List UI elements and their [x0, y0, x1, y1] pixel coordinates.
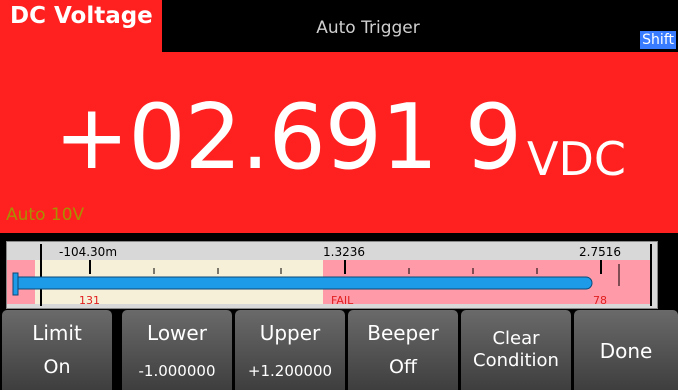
softkey-label: Clear [492, 328, 540, 349]
measurement-function-label: DC Voltage [0, 0, 162, 52]
softkey-row: Limit On Lower -1.000000 Upper +1.200000… [0, 310, 678, 390]
softkey-label: Lower [147, 321, 207, 345]
softkey-value: -1.000000 [138, 362, 216, 380]
softkey-value: Off [388, 356, 418, 378]
done-softkey[interactable]: Done [574, 310, 678, 390]
scale-label-left: -104.30m [59, 245, 117, 259]
trigger-mode-label: Auto Trigger [316, 18, 420, 38]
softkey-label: Beeper [367, 321, 439, 345]
lower-fail-count: 131 [79, 294, 100, 307]
softkey-label: Upper [259, 321, 321, 345]
dmm-screen: DC Voltage Auto Trigger Shift +02.691 9 … [0, 0, 678, 390]
clear-condition-softkey[interactable]: Clear Condition [461, 310, 571, 390]
reading-bar [12, 276, 593, 290]
softkey-value: +1.200000 [247, 362, 333, 380]
lower-limit-softkey[interactable]: Lower -1.000000 [122, 310, 232, 390]
limit-softkey[interactable]: Limit On [2, 310, 112, 390]
softkey-value: Condition [473, 350, 559, 371]
reading-bar-origin [12, 272, 19, 296]
softkey-label: Done [599, 339, 653, 363]
scale-label-mid: 1.3236 [323, 245, 365, 259]
limit-status: FAIL [331, 294, 354, 307]
beeper-softkey[interactable]: Beeper Off [348, 310, 458, 390]
scale-label-right: 2.7516 [579, 245, 621, 259]
upper-limit-softkey[interactable]: Upper +1.200000 [235, 310, 345, 390]
reading-panel: +02.691 9 VDC Auto 10V [0, 52, 678, 233]
softkey-value: On [43, 356, 71, 378]
upper-fail-count: 78 [593, 294, 607, 307]
range-label: Auto 10V [6, 205, 85, 225]
measurement-reading: +02.691 9 [54, 85, 522, 190]
softkey-label: Limit [32, 321, 82, 345]
limit-bar-graph: -104.30m 1.3236 2.7516 131 FAIL 78 [6, 241, 658, 309]
measurement-unit: VDC [527, 132, 627, 186]
status-bar: DC Voltage Auto Trigger Shift [0, 0, 678, 52]
limit-bar-svg: -104.30m 1.3236 2.7516 131 FAIL 78 [7, 244, 652, 307]
shift-indicator: Shift [640, 31, 676, 49]
